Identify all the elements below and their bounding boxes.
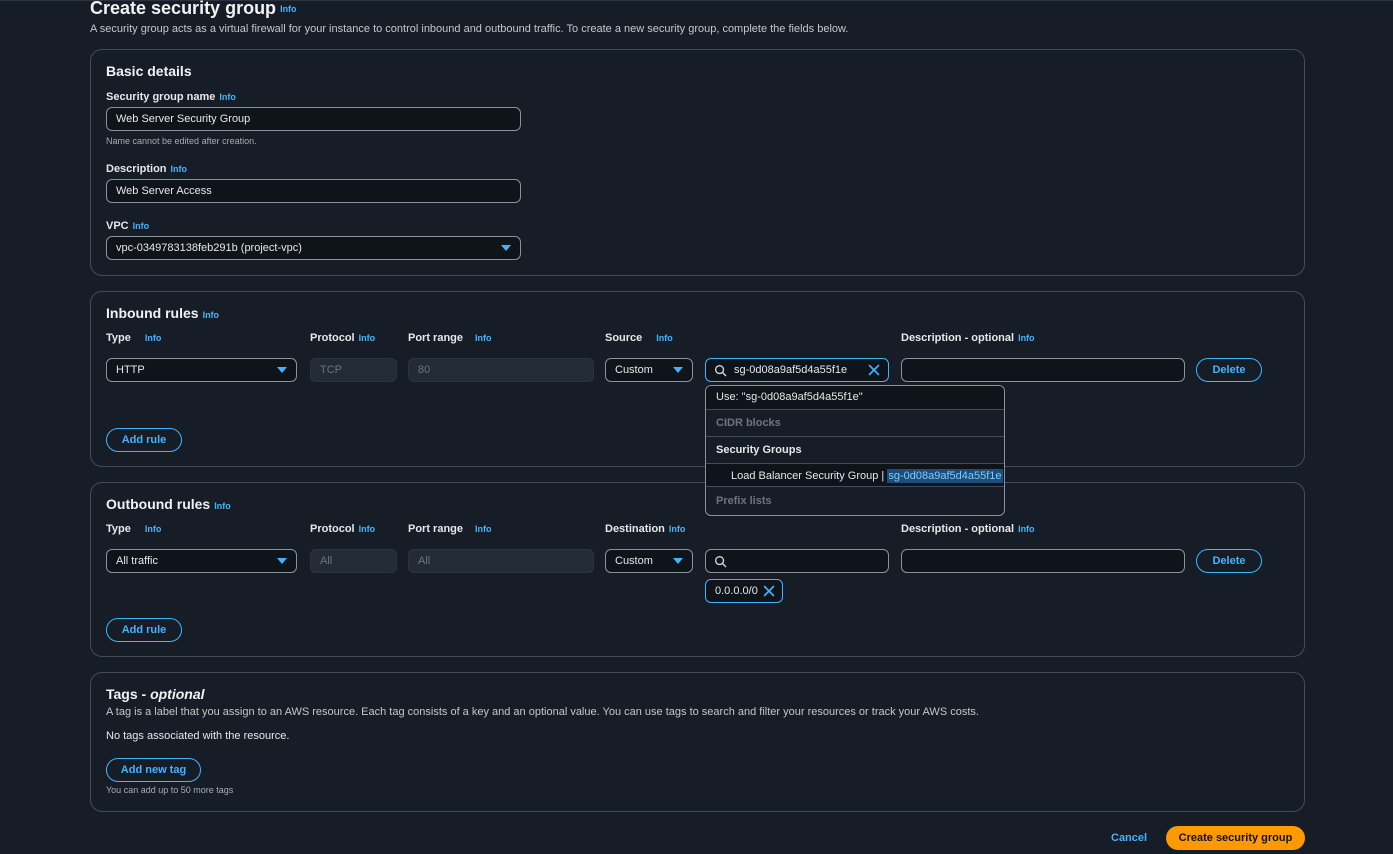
caret-down-icon [673,558,683,564]
outbound-destination-select[interactable]: Custom [605,549,693,573]
protocol-column-label: Protocol Info [310,332,376,344]
type-column-label: Type Info [106,523,162,535]
type-column-label: Type Info [106,332,162,344]
inbound-description-input[interactable] [901,358,1185,382]
vpc-label: VPC Info [106,220,150,232]
info-link[interactable]: Info [280,4,297,14]
search-icon [714,364,727,377]
basic-details-title: Basic details [106,63,192,79]
security-group-name-input[interactable]: Web Server Security Group [106,107,521,131]
tags-description: A tag is a label that you assign to an A… [106,706,979,718]
caret-down-icon [501,245,511,251]
destination-column-label: Destination Info [605,523,686,535]
cidr-blocks-group-header: CIDR blocks [716,417,781,429]
outbound-port-range-field: All [408,549,594,573]
info-link[interactable]: Info [1018,524,1035,534]
info-link[interactable]: Info [475,524,492,534]
inbound-add-rule-button[interactable]: Add rule [106,428,182,452]
page-description: A security group acts as a virtual firew… [90,23,849,35]
outbound-add-rule-button[interactable]: Add rule [106,618,182,642]
basic-details-panel: Basic details Security group name Info We… [90,49,1305,276]
info-link[interactable]: Info [656,333,673,343]
outbound-rules-panel: Outbound rules Info Type Info Protocol Info… [90,482,1305,657]
port-range-column-label: Port range Info [408,523,492,535]
cidr-token: 0.0.0.0/0 [705,579,783,603]
info-link[interactable]: Info [133,221,150,231]
divider [706,436,1004,437]
outbound-delete-button[interactable]: Delete [1196,549,1262,573]
info-link[interactable]: Info [145,333,162,343]
inbound-rules-title: Inbound rules Info [106,305,220,321]
name-hint: Name cannot be edited after creation. [106,136,257,146]
inbound-type-select[interactable]: HTTP [106,358,297,382]
description-input[interactable]: Web Server Access [106,179,521,203]
source-suggestions-dropdown: Use: "sg-0d08a9af5d4a55f1e" CIDR blocks … [705,385,1005,516]
info-link[interactable]: Info [214,501,231,511]
security-group-name-label: Security group name Info [106,91,236,103]
outbound-protocol-field: All [310,549,397,573]
info-link[interactable]: Info [219,92,236,102]
info-link[interactable]: Info [359,333,376,343]
inbound-source-search-input[interactable]: sg-0d08a9af5d4a55f1e [705,358,889,382]
vpc-select[interactable]: vpc-0349783138feb291b (project-vpc) [106,236,521,260]
outbound-description-input[interactable] [901,549,1185,573]
info-link[interactable]: Info [171,164,188,174]
inbound-source-select[interactable]: Custom [605,358,693,382]
port-range-column-label: Port range Info [408,332,492,344]
caret-down-icon [277,558,287,564]
description-column-label: Description - optional Info [901,332,1035,344]
outbound-type-select[interactable]: All traffic [106,549,297,573]
search-icon [714,555,727,568]
inbound-port-range-field: 80 [408,358,594,382]
tag-limit-hint: You can add up to 50 more tags [106,785,234,795]
info-link[interactable]: Info [475,333,492,343]
security-groups-group-header: Security Groups [716,444,802,456]
info-link[interactable]: Info [145,524,162,534]
add-new-tag-button[interactable]: Add new tag [106,758,201,782]
description-label: Description Info [106,163,188,175]
info-link[interactable]: Info [359,524,376,534]
clear-icon[interactable] [868,364,880,376]
outbound-destination-search-input[interactable] [705,549,889,573]
security-group-option[interactable]: Load Balancer Security Group | sg-0d08a9… [706,463,1004,487]
caret-down-icon [673,367,683,373]
source-column-label: Source Info [605,332,673,344]
caret-down-icon [277,367,287,373]
info-link[interactable]: Info [1018,333,1035,343]
page-title: Create security group Info [90,0,297,18]
inbound-protocol-field: TCP [310,358,397,382]
outbound-rules-title: Outbound rules Info [106,496,231,512]
tags-title: Tags - optional [106,686,205,702]
inbound-rules-panel: Inbound rules Info Type Info Protocol Info … [90,291,1305,467]
description-column-label: Description - optional Info [901,523,1035,535]
create-security-group-button[interactable]: Create security group [1166,826,1305,850]
info-link[interactable]: Info [203,310,220,320]
remove-token-icon[interactable] [763,585,775,597]
no-tags-text: No tags associated with the resource. [106,730,290,742]
tags-panel: Tags - optional A tag is a label that yo… [90,672,1305,812]
info-link[interactable]: Info [669,524,686,534]
use-value-option[interactable]: Use: "sg-0d08a9af5d4a55f1e" [706,386,1004,409]
cancel-button[interactable]: Cancel [1111,832,1147,844]
protocol-column-label: Protocol Info [310,523,376,535]
highlighted-match: sg-0d08a9af5d4a55f1e [887,469,1003,483]
prefix-lists-group-header: Prefix lists [716,495,772,507]
inbound-delete-button[interactable]: Delete [1196,358,1262,382]
